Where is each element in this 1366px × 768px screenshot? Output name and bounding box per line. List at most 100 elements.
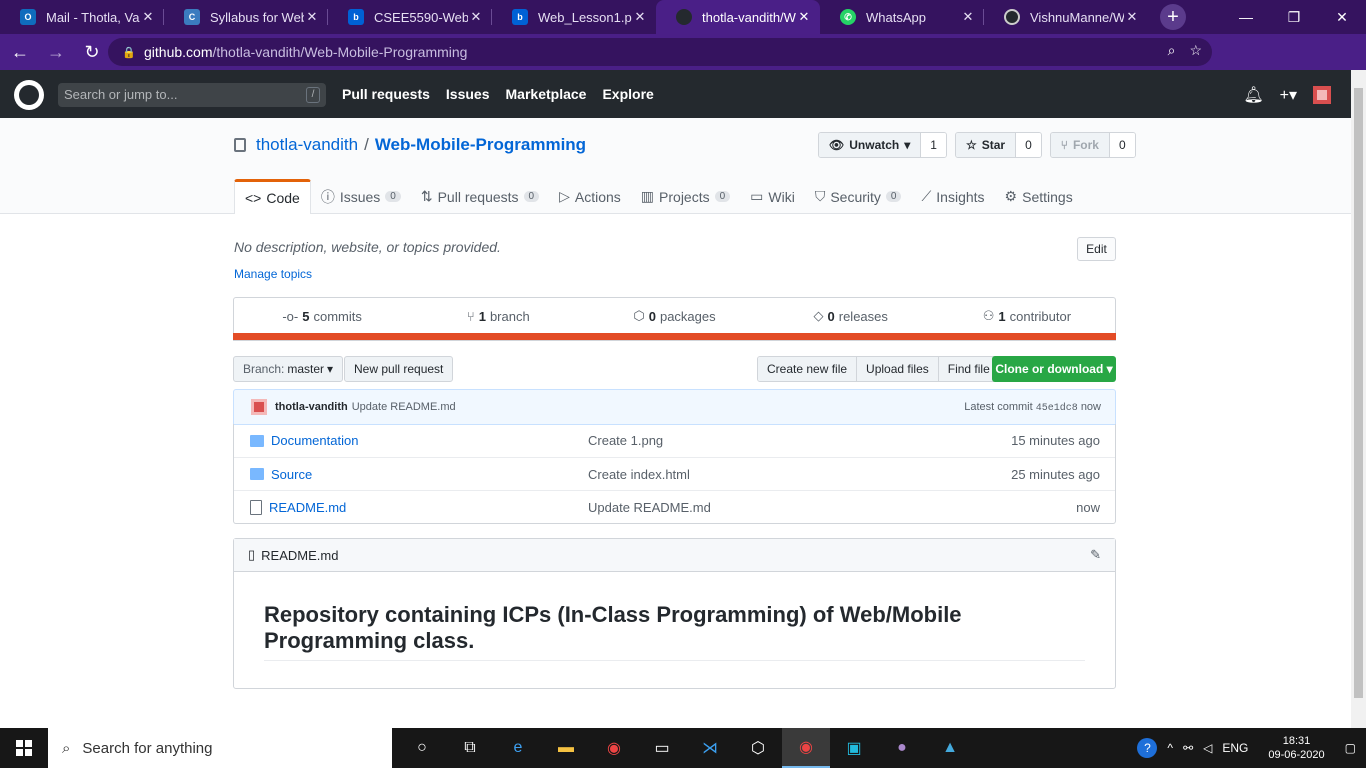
file-commit-message[interactable]: Create 1.png <box>588 433 663 448</box>
tab-issues[interactable]: ⓘ Issues 0 <box>311 179 411 214</box>
pencil-icon[interactable]: ✎ <box>1090 547 1101 563</box>
find-file-button[interactable]: Find file <box>938 357 999 381</box>
taskbar-search-input[interactable]: ⌕ Search for anything <box>48 728 392 768</box>
commit-author[interactable]: thotla-vandith <box>275 401 348 413</box>
user-avatar[interactable] <box>1313 86 1331 104</box>
lang-indicator[interactable]: ENG <box>1222 741 1248 755</box>
nav-issues[interactable]: Issues <box>446 86 490 102</box>
help-icon[interactable]: ? <box>1137 738 1158 758</box>
file-name-link[interactable]: Documentation <box>271 433 589 448</box>
address-bar[interactable]: 🔒 github.com/thotla-vandith/Web-Mobile-P… <box>108 38 1212 66</box>
file-name-link[interactable]: README.md <box>269 500 587 515</box>
app-icon[interactable]: ● <box>878 728 926 768</box>
windows-start-icon[interactable] <box>0 728 48 768</box>
github-search-input[interactable]: Search or jump to... / <box>58 83 326 107</box>
file-commit-message[interactable]: Create index.html <box>588 467 690 482</box>
vscode-icon[interactable]: ⋊ <box>686 728 734 768</box>
file-name-link[interactable]: Source <box>271 467 589 482</box>
branch-select[interactable]: Branch: master ▾ <box>233 356 344 382</box>
nav-explore[interactable]: Explore <box>602 86 653 102</box>
tab-insights[interactable]: ⟋ Insights <box>911 179 994 214</box>
box-icon: b <box>348 9 364 25</box>
close-tab-icon[interactable]: ✕ <box>140 9 156 25</box>
back-icon[interactable]: ← <box>4 36 36 68</box>
browser-tab[interactable]: O Mail - Thotla, Vand ✕ <box>0 0 164 34</box>
close-window-icon[interactable]: ✕ <box>1318 0 1366 34</box>
file-explorer-icon[interactable]: ▬ <box>542 728 590 768</box>
restore-icon[interactable]: ❐ <box>1270 0 1318 34</box>
page-scrollbar[interactable] <box>1351 70 1366 728</box>
minimize-icon[interactable]: — <box>1222 0 1270 34</box>
scrollbar-thumb[interactable] <box>1354 88 1363 698</box>
lock-icon: 🔒 <box>122 46 136 59</box>
commit-message[interactable]: Update README.md <box>352 401 456 413</box>
bell-icon[interactable]: 🔔︎ <box>1243 85 1263 105</box>
bookmark-star-icon[interactable]: ☆ <box>1189 42 1202 59</box>
chrome-icon[interactable]: ◉ <box>590 728 638 768</box>
browser-tab[interactable]: C Syllabus for Web a ✕ <box>164 0 328 34</box>
nav-pull-requests[interactable]: Pull requests <box>342 86 430 102</box>
language-bar[interactable] <box>233 333 1116 340</box>
webstorm-icon[interactable]: ▣ <box>830 728 878 768</box>
clock[interactable]: 18:31 09-06-2020 <box>1268 734 1324 762</box>
close-tab-icon[interactable]: ✕ <box>796 9 812 25</box>
chevron-up-icon[interactable]: ^ <box>1167 741 1173 755</box>
photos-icon[interactable]: ▲ <box>926 728 974 768</box>
star-button[interactable]: ☆ Star 0 <box>954 132 1042 158</box>
latest-commit-label: Latest commit <box>964 400 1033 413</box>
file-commit-message[interactable]: Update README.md <box>588 500 711 515</box>
tab-settings[interactable]: ⚙ Settings <box>995 179 1083 214</box>
tab-projects[interactable]: ▥ Projects 0 <box>631 179 740 214</box>
star-label: Star <box>981 138 1006 152</box>
tab-wiki[interactable]: ▭ Wiki <box>740 179 805 214</box>
tab-actions[interactable]: ▷ Actions <box>549 179 631 214</box>
fork-button[interactable]: ⑂ Fork 0 <box>1049 132 1136 158</box>
reload-icon[interactable]: ↻ <box>76 36 108 68</box>
close-tab-icon[interactable]: ✕ <box>1124 9 1140 25</box>
tab-pull-requests[interactable]: ⇅ Pull requests 0 <box>411 179 549 214</box>
terminal-icon[interactable]: ▭ <box>638 728 686 768</box>
star-count[interactable]: 0 <box>1016 133 1041 157</box>
repo-owner-link[interactable]: thotla-vandith <box>256 135 358 155</box>
tab-code[interactable]: <> Code <box>234 179 311 214</box>
clone-download-button[interactable]: Clone or download ▾ <box>992 356 1116 382</box>
new-tab-button[interactable]: + <box>1160 4 1186 30</box>
task-view-icon[interactable]: ⧉ <box>446 728 494 768</box>
unwatch-button[interactable]: 👁︎ Unwatch ▾ 1 <box>818 132 947 158</box>
virtualbox-icon[interactable]: ⬡ <box>734 728 782 768</box>
edit-button[interactable]: Edit <box>1077 237 1116 261</box>
browser-tab[interactable]: VishnuManne/We ✕ <box>984 0 1148 34</box>
cortana-icon[interactable]: ○ <box>398 728 446 768</box>
browser-tab[interactable]: ✆ WhatsApp ✕ <box>820 0 984 34</box>
nav-marketplace[interactable]: Marketplace <box>506 86 587 102</box>
network-icon[interactable]: ⚯ <box>1183 741 1193 755</box>
new-pull-request-button[interactable]: New pull request <box>344 356 454 382</box>
close-tab-icon[interactable]: ✕ <box>632 9 648 25</box>
close-tab-icon[interactable]: ✕ <box>960 9 976 25</box>
watch-count[interactable]: 1 <box>921 133 946 157</box>
volume-icon[interactable]: ◁ <box>1203 741 1212 755</box>
repo-name-link[interactable]: Web-Mobile-Programming <box>375 135 586 155</box>
fork-count[interactable]: 0 <box>1109 133 1135 157</box>
notification-icon[interactable]: ▢ <box>1345 741 1356 755</box>
plus-dropdown-icon[interactable]: +▾ <box>1280 85 1297 105</box>
browser-tab-active[interactable]: thotla-vandith/We ✕ <box>656 0 820 34</box>
zoom-search-icon[interactable]: ⌕ <box>1168 42 1176 59</box>
edge-icon[interactable]: e <box>494 728 542 768</box>
github-icon <box>676 9 692 25</box>
commit-sha[interactable]: 45e1dc8 <box>1036 403 1078 414</box>
close-tab-icon[interactable]: ✕ <box>468 9 484 25</box>
forward-icon[interactable]: → <box>40 36 72 68</box>
browser-tab[interactable]: b Web_Lesson1.pdf ✕ <box>492 0 656 34</box>
tab-security[interactable]: ⛉ Security 0 <box>805 179 912 214</box>
chrome-active-icon[interactable]: ◉ <box>782 728 830 768</box>
upload-files-button[interactable]: Upload files <box>857 357 939 381</box>
github-logo-icon[interactable] <box>14 80 44 110</box>
create-new-file-button[interactable]: Create new file <box>758 357 858 381</box>
manage-topics-link[interactable]: Manage topics <box>234 267 312 281</box>
browser-tab[interactable]: b CSEE5590-WebMo ✕ <box>328 0 492 34</box>
commit-author-avatar[interactable] <box>251 399 267 415</box>
close-tab-icon[interactable]: ✕ <box>304 9 320 25</box>
tab-counter: 0 <box>523 191 540 202</box>
file-row: README.md Update README.md now <box>234 490 1115 523</box>
